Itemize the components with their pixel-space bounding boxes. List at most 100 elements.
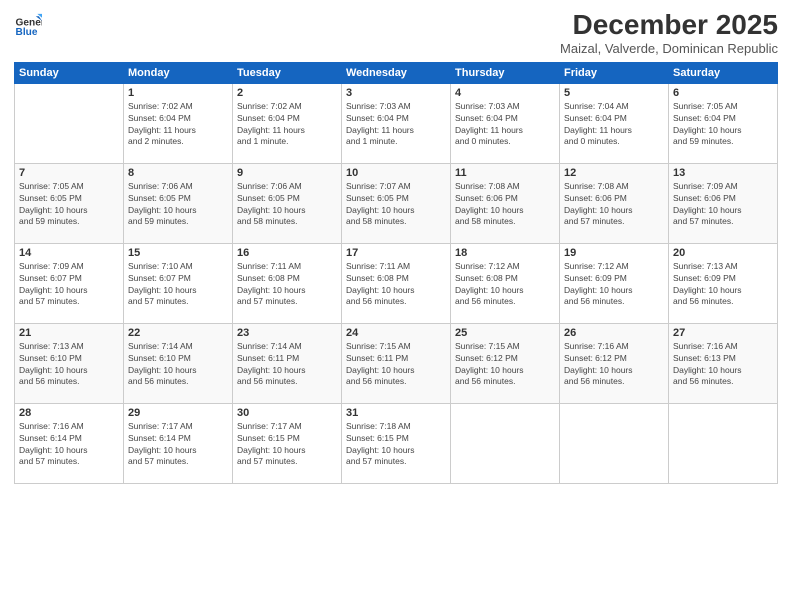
calendar-cell: 9 Sunrise: 7:06 AM Sunset: 6:05 PM Daylig…: [233, 163, 342, 243]
day-info: Sunrise: 7:08 AM Sunset: 6:06 PM Dayligh…: [455, 181, 555, 229]
day-info: Sunrise: 7:09 AM Sunset: 6:06 PM Dayligh…: [673, 181, 773, 229]
day-info: Sunrise: 7:05 AM Sunset: 6:05 PM Dayligh…: [19, 181, 119, 229]
day-number: 15: [128, 247, 228, 259]
day-number: 31: [346, 407, 446, 419]
day-number: 6: [673, 87, 773, 99]
calendar-cell: 17 Sunrise: 7:11 AM Sunset: 6:08 PM Dayli…: [342, 243, 451, 323]
day-number: 7: [19, 167, 119, 179]
calendar-cell: 30 Sunrise: 7:17 AM Sunset: 6:15 PM Dayli…: [233, 403, 342, 483]
day-info: Sunrise: 7:04 AM Sunset: 6:04 PM Dayligh…: [564, 101, 664, 149]
day-info: Sunrise: 7:11 AM Sunset: 6:08 PM Dayligh…: [237, 261, 337, 309]
calendar-cell: 18 Sunrise: 7:12 AM Sunset: 6:08 PM Dayli…: [451, 243, 560, 323]
day-info: Sunrise: 7:13 AM Sunset: 6:10 PM Dayligh…: [19, 341, 119, 389]
week-row-5: 28 Sunrise: 7:16 AM Sunset: 6:14 PM Dayli…: [15, 403, 778, 483]
day-number: 22: [128, 327, 228, 339]
day-number: 9: [237, 167, 337, 179]
logo: General Blue: [14, 10, 42, 38]
day-number: 2: [237, 87, 337, 99]
week-row-1: 1 Sunrise: 7:02 AM Sunset: 6:04 PM Daylig…: [15, 83, 778, 163]
weekday-header-row: SundayMondayTuesdayWednesdayThursdayFrid…: [15, 62, 778, 83]
day-info: Sunrise: 7:12 AM Sunset: 6:09 PM Dayligh…: [564, 261, 664, 309]
day-number: 11: [455, 167, 555, 179]
week-row-4: 21 Sunrise: 7:13 AM Sunset: 6:10 PM Dayli…: [15, 323, 778, 403]
day-info: Sunrise: 7:17 AM Sunset: 6:15 PM Dayligh…: [237, 421, 337, 469]
weekday-header-thursday: Thursday: [451, 62, 560, 83]
day-number: 30: [237, 407, 337, 419]
calendar-cell: 10 Sunrise: 7:07 AM Sunset: 6:05 PM Dayli…: [342, 163, 451, 243]
weekday-header-friday: Friday: [560, 62, 669, 83]
calendar-cell: 1 Sunrise: 7:02 AM Sunset: 6:04 PM Daylig…: [124, 83, 233, 163]
day-number: 19: [564, 247, 664, 259]
day-info: Sunrise: 7:05 AM Sunset: 6:04 PM Dayligh…: [673, 101, 773, 149]
day-number: 13: [673, 167, 773, 179]
location-subtitle: Maizal, Valverde, Dominican Republic: [560, 41, 778, 56]
calendar-cell: 14 Sunrise: 7:09 AM Sunset: 6:07 PM Dayli…: [15, 243, 124, 323]
calendar-cell: 21 Sunrise: 7:13 AM Sunset: 6:10 PM Dayli…: [15, 323, 124, 403]
day-info: Sunrise: 7:08 AM Sunset: 6:06 PM Dayligh…: [564, 181, 664, 229]
day-info: Sunrise: 7:02 AM Sunset: 6:04 PM Dayligh…: [128, 101, 228, 149]
day-number: 21: [19, 327, 119, 339]
day-info: Sunrise: 7:10 AM Sunset: 6:07 PM Dayligh…: [128, 261, 228, 309]
day-info: Sunrise: 7:09 AM Sunset: 6:07 PM Dayligh…: [19, 261, 119, 309]
calendar-cell: [451, 403, 560, 483]
calendar-cell: 31 Sunrise: 7:18 AM Sunset: 6:15 PM Dayli…: [342, 403, 451, 483]
calendar-cell: 15 Sunrise: 7:10 AM Sunset: 6:07 PM Dayli…: [124, 243, 233, 323]
calendar-cell: 24Sunrise: 7:15 AM Sunset: 6:11 PM Dayli…: [342, 323, 451, 403]
day-info: Sunrise: 7:02 AM Sunset: 6:04 PM Dayligh…: [237, 101, 337, 149]
calendar-cell: 8 Sunrise: 7:06 AM Sunset: 6:05 PM Daylig…: [124, 163, 233, 243]
day-info: Sunrise: 7:03 AM Sunset: 6:04 PM Dayligh…: [346, 101, 446, 149]
calendar-page: General Blue December 2025 Maizal, Valve…: [0, 0, 792, 612]
month-title: December 2025: [560, 10, 778, 41]
calendar-cell: 11 Sunrise: 7:08 AM Sunset: 6:06 PM Dayli…: [451, 163, 560, 243]
weekday-header-wednesday: Wednesday: [342, 62, 451, 83]
day-info: Sunrise: 7:11 AM Sunset: 6:08 PM Dayligh…: [346, 261, 446, 309]
weekday-header-saturday: Saturday: [669, 62, 778, 83]
day-number: 14: [19, 247, 119, 259]
calendar-cell: 26 Sunrise: 7:16 AM Sunset: 6:12 PM Dayli…: [560, 323, 669, 403]
day-number: 10: [346, 167, 446, 179]
weekday-header-sunday: Sunday: [15, 62, 124, 83]
day-number: 18: [455, 247, 555, 259]
day-info: Sunrise: 7:06 AM Sunset: 6:05 PM Dayligh…: [128, 181, 228, 229]
day-number: 3: [346, 87, 446, 99]
calendar-cell: [15, 83, 124, 163]
day-number: 12: [564, 167, 664, 179]
day-number: 28: [19, 407, 119, 419]
calendar-cell: 12 Sunrise: 7:08 AM Sunset: 6:06 PM Dayli…: [560, 163, 669, 243]
weekday-header-tuesday: Tuesday: [233, 62, 342, 83]
calendar-cell: 20 Sunrise: 7:13 AM Sunset: 6:09 PM Dayli…: [669, 243, 778, 323]
weekday-header-monday: Monday: [124, 62, 233, 83]
day-info: Sunrise: 7:03 AM Sunset: 6:04 PM Dayligh…: [455, 101, 555, 149]
svg-text:Blue: Blue: [16, 27, 38, 38]
calendar-cell: 19 Sunrise: 7:12 AM Sunset: 6:09 PM Dayli…: [560, 243, 669, 323]
day-info: Sunrise: 7:16 AM Sunset: 6:13 PM Dayligh…: [673, 341, 773, 389]
day-info: Sunrise: 7:16 AM Sunset: 6:14 PM Dayligh…: [19, 421, 119, 469]
logo-icon: General Blue: [14, 10, 42, 38]
day-info: Sunrise: 7:13 AM Sunset: 6:09 PM Dayligh…: [673, 261, 773, 309]
calendar-cell: 29Sunrise: 7:17 AM Sunset: 6:14 PM Dayli…: [124, 403, 233, 483]
day-number: 4: [455, 87, 555, 99]
calendar-cell: 6 Sunrise: 7:05 AM Sunset: 6:04 PM Daylig…: [669, 83, 778, 163]
calendar-cell: 4 Sunrise: 7:03 AM Sunset: 6:04 PM Daylig…: [451, 83, 560, 163]
title-block: December 2025 Maizal, Valverde, Dominica…: [560, 10, 778, 56]
day-info: Sunrise: 7:15 AM Sunset: 6:11 PM Dayligh…: [346, 341, 446, 389]
calendar-cell: [560, 403, 669, 483]
calendar-cell: 2 Sunrise: 7:02 AM Sunset: 6:04 PM Daylig…: [233, 83, 342, 163]
day-number: 20: [673, 247, 773, 259]
day-number: 1: [128, 87, 228, 99]
calendar-cell: 22Sunrise: 7:14 AM Sunset: 6:10 PM Dayli…: [124, 323, 233, 403]
day-number: 26: [564, 327, 664, 339]
day-number: 17: [346, 247, 446, 259]
page-header: General Blue December 2025 Maizal, Valve…: [14, 10, 778, 56]
day-number: 25: [455, 327, 555, 339]
day-number: 29: [128, 407, 228, 419]
calendar-cell: 25Sunrise: 7:15 AM Sunset: 6:12 PM Dayli…: [451, 323, 560, 403]
day-info: Sunrise: 7:07 AM Sunset: 6:05 PM Dayligh…: [346, 181, 446, 229]
day-info: Sunrise: 7:06 AM Sunset: 6:05 PM Dayligh…: [237, 181, 337, 229]
calendar-cell: 23Sunrise: 7:14 AM Sunset: 6:11 PM Dayli…: [233, 323, 342, 403]
day-info: Sunrise: 7:12 AM Sunset: 6:08 PM Dayligh…: [455, 261, 555, 309]
day-number: 8: [128, 167, 228, 179]
day-info: Sunrise: 7:18 AM Sunset: 6:15 PM Dayligh…: [346, 421, 446, 469]
day-info: Sunrise: 7:16 AM Sunset: 6:12 PM Dayligh…: [564, 341, 664, 389]
calendar-cell: 3 Sunrise: 7:03 AM Sunset: 6:04 PM Daylig…: [342, 83, 451, 163]
